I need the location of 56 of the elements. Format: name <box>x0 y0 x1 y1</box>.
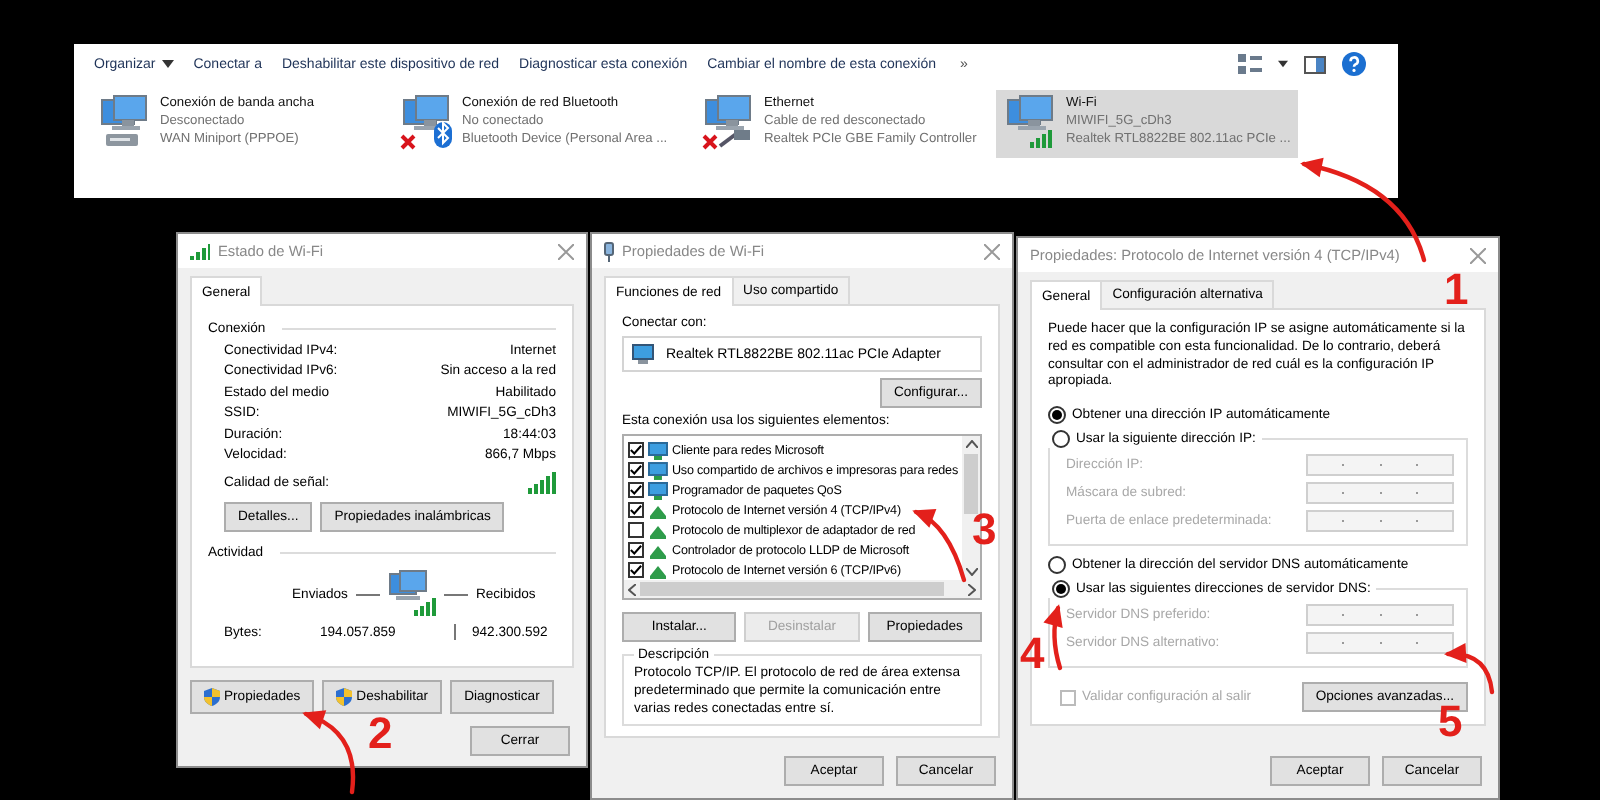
network-protocol-icon <box>648 561 668 579</box>
step-number: 4 <box>1020 632 1045 676</box>
radio-button[interactable] <box>1048 406 1066 425</box>
network-protocol-icon <box>648 541 668 559</box>
network-service-icon <box>648 461 668 479</box>
radio-button[interactable] <box>1052 580 1070 599</box>
preview-pane-icon[interactable] <box>1304 55 1326 73</box>
ip-address-field[interactable] <box>1306 482 1454 505</box>
network-adapter-icon <box>632 344 654 364</box>
network-protocol-icon <box>648 501 668 519</box>
close-icon[interactable] <box>558 243 574 259</box>
error-icon <box>400 134 416 150</box>
shield-icon <box>336 688 353 707</box>
step-number: 1 <box>1444 268 1469 312</box>
radio-button[interactable] <box>1052 430 1070 449</box>
ip-address-field[interactable] <box>1306 632 1454 655</box>
checkbox[interactable] <box>628 442 644 458</box>
ip-address-field[interactable] <box>1306 510 1454 533</box>
checkbox[interactable] <box>628 482 644 498</box>
ip-address-field[interactable] <box>1306 604 1454 627</box>
network-service-icon <box>648 481 668 499</box>
radio-button[interactable] <box>1048 556 1066 575</box>
modem-network-icon <box>96 94 152 150</box>
checkbox[interactable] <box>628 502 644 518</box>
adapter-icon <box>604 241 614 261</box>
ip-address-field[interactable] <box>1306 454 1454 477</box>
error-icon <box>702 134 718 150</box>
network-service-icon <box>648 441 668 459</box>
close-icon[interactable] <box>984 243 1000 259</box>
network-protocol-icon <box>648 521 668 539</box>
scroll-right-icon[interactable] <box>968 583 976 595</box>
signal-bars-icon <box>528 472 556 495</box>
view-icon[interactable] <box>1238 54 1262 74</box>
step-number: 3 <box>972 508 997 552</box>
horizontal-scrollbar[interactable] <box>624 580 980 598</box>
caret-icon[interactable] <box>1278 60 1288 68</box>
checkbox[interactable] <box>628 462 644 478</box>
signal-icon <box>190 243 210 259</box>
annotation-arrow <box>302 710 356 795</box>
checkbox[interactable] <box>628 562 644 578</box>
shield-icon <box>204 688 220 707</box>
scroll-down-icon[interactable] <box>965 568 977 576</box>
close-icon[interactable] <box>1470 247 1486 263</box>
network-computer-icon <box>387 570 436 619</box>
step-number: 2 <box>368 712 393 756</box>
caret-icon <box>161 60 174 68</box>
ethernet-network-icon <box>700 94 756 150</box>
bluetooth-network-icon <box>398 94 454 150</box>
checkbox[interactable] <box>628 522 644 538</box>
wifi-network-icon <box>1002 94 1058 150</box>
help-icon[interactable] <box>1342 52 1366 76</box>
scroll-up-icon[interactable] <box>965 440 977 448</box>
annotation-arrow <box>912 508 967 583</box>
checkbox[interactable] <box>628 542 644 558</box>
annotation-arrow <box>1043 604 1063 671</box>
scroll-left-icon[interactable] <box>628 583 636 595</box>
